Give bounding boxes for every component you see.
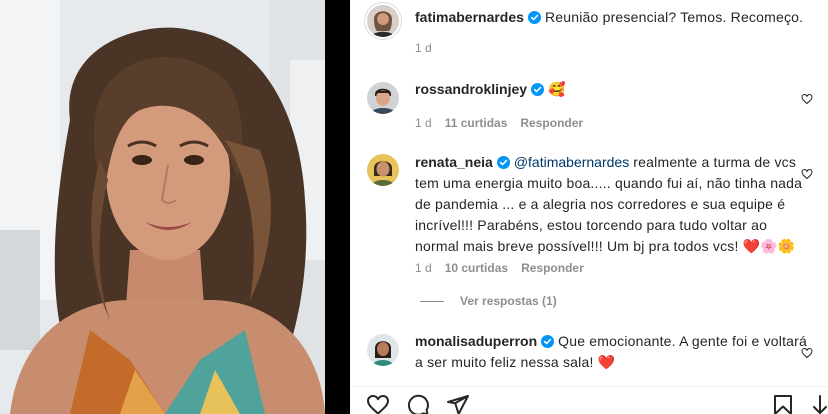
comment-age[interactable]: 1 d bbox=[415, 116, 432, 130]
comment-like-heart-icon[interactable] bbox=[801, 344, 813, 359]
comment-emoji: ❤️ bbox=[597, 355, 616, 371]
caption-meta: 1 d bbox=[415, 41, 445, 55]
comments-panel: fatimabernardes Reunião presencial? Temos… bbox=[350, 0, 828, 414]
heart-outline-icon[interactable] bbox=[366, 393, 390, 414]
post-action-bar bbox=[350, 386, 828, 414]
commenter-avatar[interactable] bbox=[367, 334, 399, 366]
comment-likes[interactable]: 10 curtidas bbox=[445, 261, 508, 275]
comment-username[interactable]: rossandroklinjey bbox=[415, 81, 527, 97]
commenter-avatar[interactable] bbox=[367, 154, 399, 186]
verified-badge-icon bbox=[527, 9, 541, 24]
comment-like-heart-icon[interactable] bbox=[801, 90, 813, 105]
replies-divider-line bbox=[420, 301, 444, 303]
verified-badge-icon bbox=[531, 81, 545, 96]
comment-text: 🥰 bbox=[548, 82, 566, 98]
post-media[interactable] bbox=[0, 0, 325, 414]
caption-text: Reunião presencial? Temos. Recomeço. bbox=[544, 9, 804, 25]
paper-plane-icon[interactable] bbox=[446, 393, 470, 414]
post-video-frame bbox=[0, 0, 325, 414]
reply-button[interactable]: Responder bbox=[521, 261, 584, 275]
comment-emoji: ❤️🌸🌼 bbox=[742, 239, 795, 255]
comment-row: renata_neia @fatimabernardes realmente a … bbox=[415, 152, 813, 257]
comment-like-heart-icon[interactable] bbox=[801, 165, 813, 180]
view-replies-label[interactable]: Ver respostas (1) bbox=[460, 294, 557, 308]
commenter-avatar[interactable] bbox=[367, 82, 399, 114]
caption-age[interactable]: 1 d bbox=[415, 41, 432, 55]
comment-meta: 1 d 11 curtidas Responder bbox=[415, 116, 596, 130]
verified-badge-icon bbox=[541, 333, 555, 348]
comment-row: rossandroklinjey 🥰 bbox=[415, 79, 813, 105]
verified-badge-icon bbox=[496, 154, 510, 169]
author-avatar[interactable] bbox=[367, 5, 399, 37]
post-caption: fatimabernardes Reunião presencial? Temos… bbox=[415, 7, 810, 28]
comment-bubble-icon[interactable] bbox=[406, 393, 430, 414]
view-replies-button[interactable]: Ver respostas (1) bbox=[420, 294, 557, 308]
divider-gap bbox=[325, 0, 350, 414]
comment-username[interactable]: monalisaduperron bbox=[415, 333, 537, 349]
comment-username[interactable]: renata_neia bbox=[415, 154, 493, 170]
comment-likes[interactable]: 11 curtidas bbox=[445, 116, 508, 130]
scroll-down-arrow-icon[interactable] bbox=[808, 393, 828, 414]
bookmark-icon[interactable] bbox=[771, 393, 795, 414]
comment-row: monalisaduperron Que emocionante. A gente… bbox=[415, 331, 813, 373]
comment-age[interactable]: 1 d bbox=[415, 261, 432, 275]
author-username[interactable]: fatimabernardes bbox=[415, 9, 524, 25]
comment-meta: 1 d 10 curtidas Responder bbox=[415, 261, 597, 275]
reply-button[interactable]: Responder bbox=[520, 116, 583, 130]
comment-mention[interactable]: @fatimabernardes bbox=[514, 154, 629, 170]
